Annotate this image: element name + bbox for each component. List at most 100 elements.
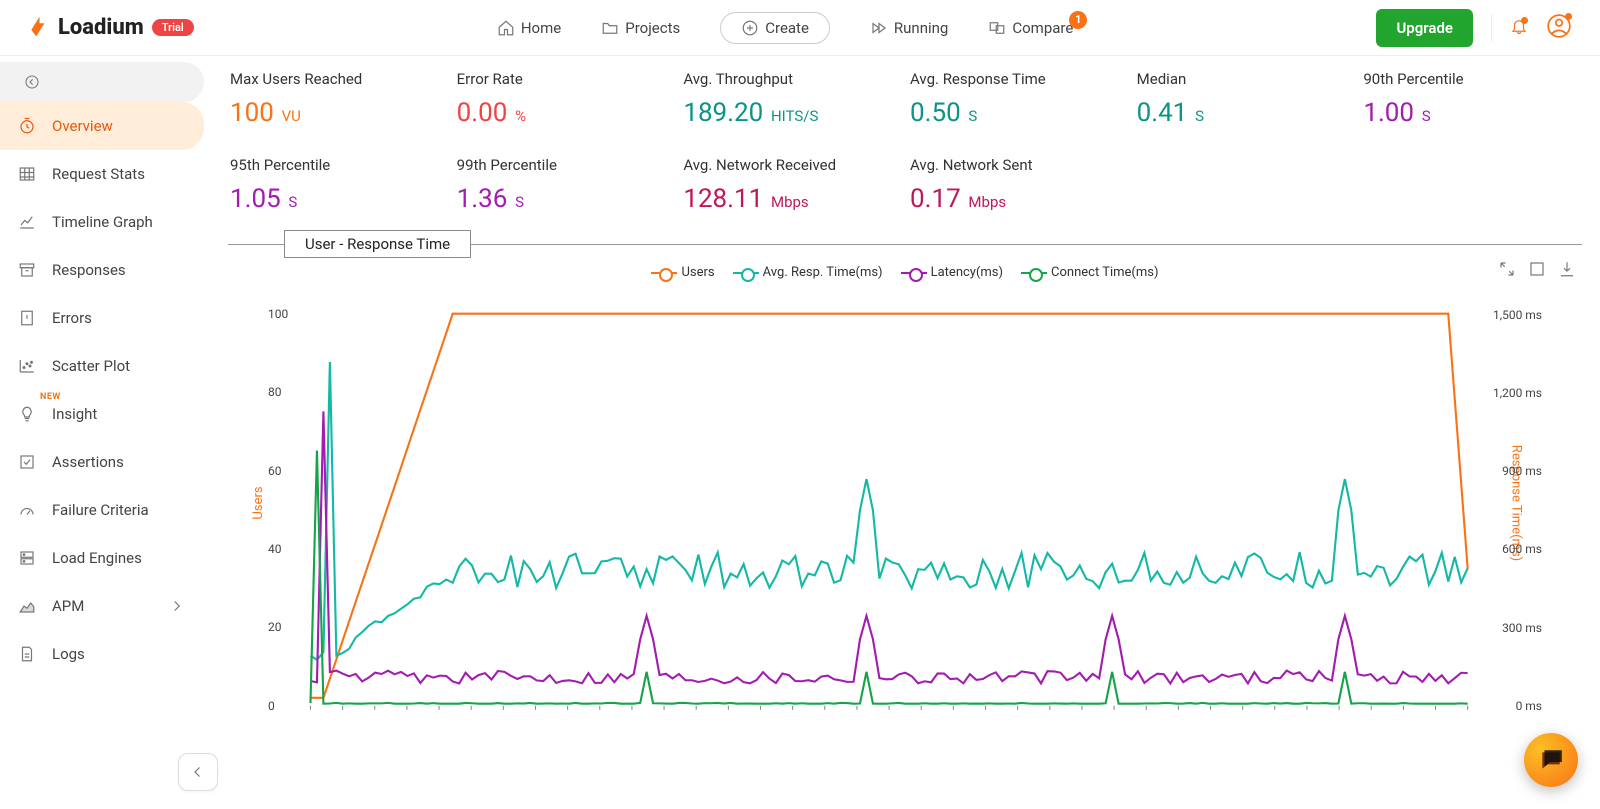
expand-icon[interactable] bbox=[1528, 260, 1546, 278]
upgrade-button[interactable]: Upgrade bbox=[1376, 9, 1473, 47]
metric-label: Max Users Reached bbox=[230, 70, 447, 88]
chart-tools bbox=[1498, 260, 1576, 278]
sidebar-item-timeline-graph[interactable]: Timeline Graph bbox=[0, 198, 204, 246]
y-axis-left-label: Users bbox=[251, 486, 266, 519]
legend-users[interactable]: Users bbox=[651, 265, 714, 280]
area-icon bbox=[18, 597, 36, 615]
scatter-icon bbox=[18, 357, 36, 375]
series-avg-resp-time-ms- bbox=[310, 362, 1467, 660]
legend-latency-label: Latency(ms) bbox=[931, 265, 1003, 280]
home-icon bbox=[497, 19, 515, 37]
metric-card: Avg. Throughput 189.20 HITS/S bbox=[683, 70, 900, 128]
refresh-icon[interactable] bbox=[1498, 260, 1516, 278]
sidebar-item-label: Errors bbox=[52, 309, 92, 327]
metric-value: 128.11 Mbps bbox=[683, 184, 900, 214]
sidebar-item-request-stats[interactable]: Request Stats bbox=[0, 150, 204, 198]
trial-badge: Trial bbox=[152, 19, 194, 36]
legend-connect[interactable]: Connect Time(ms) bbox=[1021, 265, 1158, 280]
nav-create[interactable]: Create bbox=[720, 12, 830, 44]
metric-label: Avg. Throughput bbox=[683, 70, 900, 88]
legend-latency[interactable]: Latency(ms) bbox=[901, 265, 1003, 280]
nav-running-label: Running bbox=[894, 19, 948, 37]
sidebar-item-apm[interactable]: APM bbox=[0, 582, 204, 630]
nav-home[interactable]: Home bbox=[497, 19, 561, 37]
compare-badge: 1 bbox=[1069, 11, 1087, 29]
chevron-left-circle-icon bbox=[24, 74, 40, 90]
sidebar-collapse-top[interactable] bbox=[0, 62, 204, 102]
metric-card: Max Users Reached 100 VU bbox=[230, 70, 447, 128]
metric-unit: S bbox=[1418, 107, 1431, 125]
layout: OverviewRequest StatsTimeline Graph Respo… bbox=[0, 56, 1600, 809]
compare-icon bbox=[988, 19, 1006, 37]
series-latency-ms- bbox=[310, 411, 1467, 683]
metrics-grid: Max Users Reached 100 VUError Rate 0.00 … bbox=[228, 66, 1582, 240]
divider bbox=[1491, 14, 1492, 42]
metric-value: 0.17 Mbps bbox=[910, 184, 1127, 214]
metric-value: 100 VU bbox=[230, 98, 447, 128]
y-tick-right: 600 ms bbox=[1502, 542, 1542, 556]
user-menu-button[interactable] bbox=[1546, 13, 1572, 43]
y-tick-left: 20 bbox=[268, 620, 282, 634]
notifications-button[interactable] bbox=[1510, 17, 1528, 39]
sidebar-item-label: Assertions bbox=[52, 453, 124, 471]
metric-card: 90th Percentile 1.00 S bbox=[1363, 70, 1580, 128]
sidebar-item-label: Load Engines bbox=[52, 549, 142, 567]
metric-unit: S bbox=[511, 193, 524, 211]
sidebar-item-scatter-plot[interactable]: Scatter Plot bbox=[0, 342, 204, 390]
logo-mark-icon bbox=[28, 17, 50, 39]
metric-unit: Mbps bbox=[965, 193, 1006, 211]
metric-card: Error Rate 0.00 % bbox=[457, 70, 674, 128]
bulb-icon bbox=[18, 405, 36, 423]
nav-running[interactable]: Running bbox=[870, 19, 948, 37]
metric-label: 90th Percentile bbox=[1363, 70, 1580, 88]
server-icon bbox=[18, 549, 36, 567]
sidebar-item-logs[interactable]: Logs bbox=[0, 630, 204, 678]
metric-label: Avg. Network Received bbox=[683, 156, 900, 174]
chart-svg[interactable] bbox=[268, 288, 1542, 718]
sidebar-item-errors[interactable]: Errors bbox=[0, 294, 204, 342]
metric-unit: % bbox=[511, 107, 526, 125]
legend-users-label: Users bbox=[681, 265, 714, 280]
plus-circle-icon bbox=[741, 19, 759, 37]
sidebar-item-label: Responses bbox=[52, 261, 126, 279]
nav-home-label: Home bbox=[521, 19, 561, 37]
legend-resp-label: Avg. Resp. Time(ms) bbox=[763, 265, 883, 280]
line-up-icon bbox=[18, 213, 36, 231]
metric-value: 1.00 S bbox=[1363, 98, 1580, 128]
sidebar-collapse-bottom[interactable] bbox=[178, 753, 218, 791]
metric-value: 189.20 HITS/S bbox=[683, 98, 900, 128]
metric-card: 99th Percentile 1.36 S bbox=[457, 156, 674, 214]
sidebar-item-insight[interactable]: NEWInsight bbox=[0, 390, 204, 438]
brand-logo[interactable]: Loadium Trial bbox=[28, 15, 194, 40]
chevron-right-icon bbox=[168, 597, 186, 615]
nav-projects[interactable]: Projects bbox=[601, 19, 680, 37]
sidebar-item-failure-criteria[interactable]: Failure Criteria bbox=[0, 486, 204, 534]
metric-unit: Mbps bbox=[767, 193, 808, 211]
legend-swatch-icon bbox=[1021, 266, 1047, 280]
y-tick-right: 1,500 ms bbox=[1493, 308, 1542, 322]
table-icon bbox=[18, 165, 36, 183]
alert-file-icon bbox=[18, 309, 36, 327]
nav-compare[interactable]: Compare 1 bbox=[988, 19, 1073, 37]
metric-card: 95th Percentile 1.05 S bbox=[230, 156, 447, 214]
legend-resp-time[interactable]: Avg. Resp. Time(ms) bbox=[733, 265, 883, 280]
metric-unit: VU bbox=[278, 107, 301, 125]
chat-fab[interactable] bbox=[1524, 733, 1578, 787]
archive-icon bbox=[18, 261, 36, 279]
y-tick-left: 100 bbox=[268, 307, 288, 321]
metric-label: Avg. Response Time bbox=[910, 70, 1127, 88]
sidebar-item-load-engines[interactable]: Load Engines bbox=[0, 534, 204, 582]
folder-icon bbox=[601, 19, 619, 37]
sidebar-item-overview[interactable]: Overview bbox=[0, 102, 204, 150]
avatar-dot-icon bbox=[1565, 13, 1572, 20]
new-badge: NEW bbox=[40, 392, 61, 402]
sidebar-item-label: Failure Criteria bbox=[52, 501, 149, 519]
chart-title: User - Response Time bbox=[284, 230, 471, 258]
metric-label: Error Rate bbox=[457, 70, 674, 88]
metric-card: Median 0.41 S bbox=[1137, 70, 1354, 128]
chat-icon bbox=[1538, 747, 1564, 773]
metric-label: 95th Percentile bbox=[230, 156, 447, 174]
sidebar-item-responses[interactable]: Responses bbox=[0, 246, 204, 294]
sidebar-item-assertions[interactable]: Assertions bbox=[0, 438, 204, 486]
download-icon[interactable] bbox=[1558, 260, 1576, 278]
